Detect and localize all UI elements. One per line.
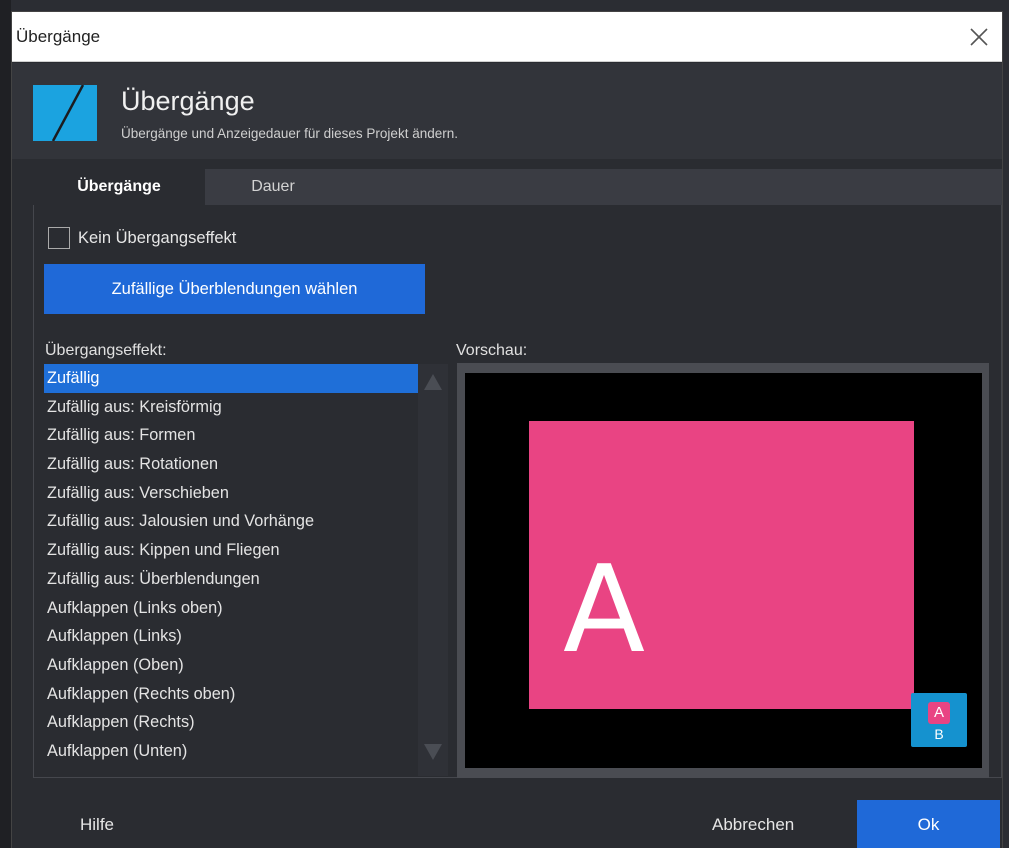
- close-icon[interactable]: [962, 20, 996, 54]
- header-title: Übergänge: [121, 86, 255, 116]
- preview-frame: A A B: [457, 363, 989, 778]
- no-transition-option[interactable]: Kein Übergangseffekt: [48, 225, 236, 251]
- transitions-panel: Kein Übergangseffekt Zufällige Überblend…: [33, 205, 1002, 778]
- effect-list[interactable]: Zufällig Zufällig aus: Kreisförmig Zufäl…: [44, 364, 448, 778]
- ab-badge-a: A: [928, 702, 950, 724]
- ab-transition-icon: A B: [911, 693, 967, 747]
- scroll-up-arrow-icon[interactable]: [422, 368, 444, 396]
- list-item[interactable]: Aufklappen (Unten): [44, 737, 448, 766]
- list-item[interactable]: Aufklappen (Oben): [44, 651, 448, 680]
- no-transition-checkbox[interactable]: [48, 227, 70, 249]
- list-item[interactable]: Zufällig: [44, 364, 418, 393]
- list-item[interactable]: Aufklappen (Rechts): [44, 708, 448, 737]
- list-item[interactable]: Zufällig aus: Kippen und Fliegen: [44, 536, 448, 565]
- background-edge: [0, 0, 11, 848]
- help-button[interactable]: Hilfe: [80, 815, 114, 835]
- list-item[interactable]: Zufällig aus: Rotationen: [44, 450, 448, 479]
- list-item[interactable]: Zufällig aus: Jalousien und Vorhänge: [44, 507, 448, 536]
- list-item[interactable]: Zufällig aus: Überblendungen: [44, 565, 448, 594]
- list-item[interactable]: Aufklappen (Rechts oben): [44, 680, 448, 709]
- list-item[interactable]: Zufällig aus: Verschieben: [44, 479, 448, 508]
- dialog-footer: Hilfe Abbrechen Ok: [12, 778, 1002, 848]
- title-bar: Übergänge: [12, 12, 1002, 62]
- header-subtitle: Übergänge und Anzeigedauer für dieses Pr…: [121, 126, 458, 141]
- ab-badge-b: B: [934, 726, 944, 742]
- list-item[interactable]: Aufklappen (Links): [44, 622, 448, 651]
- effect-list-scrollbar[interactable]: [418, 364, 448, 776]
- tab-bar: Übergänge Dauer: [33, 169, 1002, 205]
- tab-transitions[interactable]: Übergänge: [33, 169, 205, 205]
- scroll-down-arrow-icon[interactable]: [422, 738, 444, 766]
- transition-logo-icon: [33, 84, 97, 142]
- ok-button[interactable]: Ok: [857, 800, 1000, 848]
- list-item[interactable]: Zufällig aus: Kreisförmig: [44, 393, 448, 422]
- slide-letter: A: [563, 541, 646, 680]
- list-item[interactable]: Zufällig aus: Formen: [44, 421, 448, 450]
- effect-list-caption: Übergangseffekt:: [45, 342, 167, 359]
- random-transitions-button[interactable]: Zufällige Überblendungen wählen: [44, 264, 425, 314]
- preview-canvas: A A B: [465, 373, 982, 768]
- no-transition-label: Kein Übergangseffekt: [78, 228, 237, 247]
- transitions-dialog: Übergänge Übergänge Übergänge und Anzeig…: [11, 11, 1003, 848]
- tab-duration[interactable]: Dauer: [213, 169, 333, 205]
- window-title: Übergänge: [16, 27, 101, 46]
- list-item[interactable]: Aufklappen (Links oben): [44, 594, 448, 623]
- cancel-button[interactable]: Abbrechen: [712, 815, 794, 835]
- dialog-header: Übergänge Übergänge und Anzeigedauer für…: [12, 63, 1002, 159]
- preview-slide-a: A: [529, 421, 914, 709]
- preview-caption: Vorschau:: [456, 342, 528, 359]
